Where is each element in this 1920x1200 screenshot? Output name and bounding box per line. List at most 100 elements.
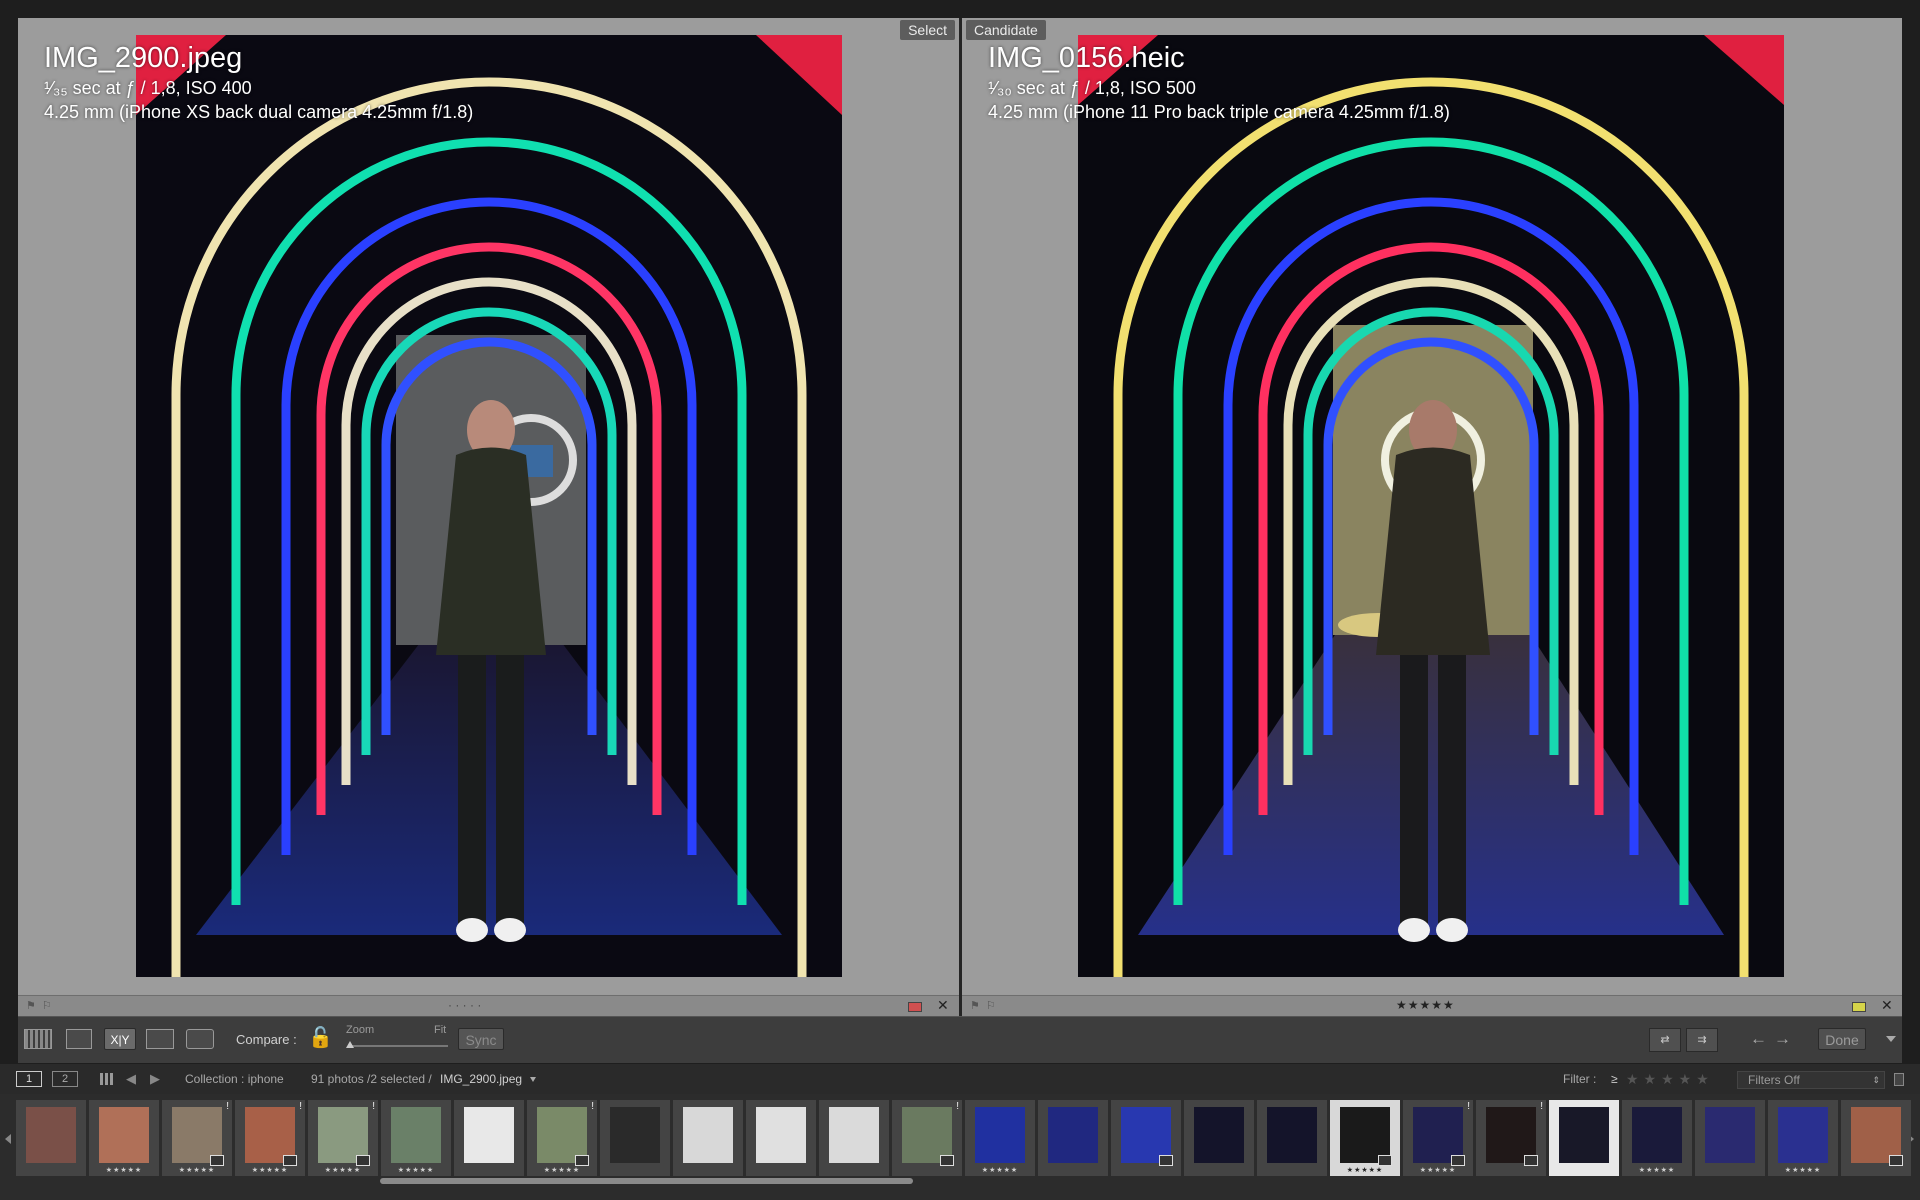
collection-badge-icon	[283, 1155, 297, 1166]
done-button[interactable]: Done	[1818, 1028, 1866, 1050]
color-label-red[interactable]	[908, 1002, 922, 1012]
filters-dropdown-value: Filters Off	[1748, 1073, 1800, 1087]
filmstrip-thumbnail[interactable]: ★★★★★!	[308, 1100, 378, 1176]
select-photo[interactable]	[136, 35, 842, 977]
warning-icon: !	[226, 1101, 229, 1112]
forward-arrow-icon[interactable]: ▶	[150, 1064, 160, 1094]
thumbnail-rating: ★★★★★	[178, 1167, 216, 1174]
collection-name[interactable]: Collection : iphone	[185, 1064, 284, 1094]
close-icon[interactable]: ✕	[937, 997, 949, 1014]
thumbnail-rating: ★★★★★	[1419, 1167, 1457, 1174]
filmstrip-thumbnail[interactable]: ★★★★★	[1330, 1100, 1400, 1176]
filmstrip-thumbnail[interactable]: !	[892, 1100, 962, 1176]
toolbar-menu-chevron-icon[interactable]	[1886, 1036, 1896, 1042]
filmstrip-thumbnail[interactable]: ★★★★★	[89, 1100, 159, 1176]
filmstrip-thumbnail[interactable]: ★★★★★!	[527, 1100, 597, 1176]
filmstrip-scrollbar[interactable]	[380, 1178, 913, 1184]
flag-icon[interactable]: ⚑	[970, 999, 980, 1012]
filmstrip-thumbnail[interactable]: ★★★★★	[1622, 1100, 1692, 1176]
filmstrip-thumbnail[interactable]: ★★★★★!	[1403, 1100, 1473, 1176]
filmstrip-thumbnail[interactable]	[1038, 1100, 1108, 1176]
filmstrip-thumbnail[interactable]	[454, 1100, 524, 1176]
filmstrip-thumbnail[interactable]	[600, 1100, 670, 1176]
reject-flag-icon[interactable]: ⚐	[42, 999, 52, 1012]
filmstrip-thumbnail[interactable]	[746, 1100, 816, 1176]
select-tag: Select	[900, 20, 955, 40]
compare-view-button[interactable]: X|Y	[104, 1028, 136, 1050]
candidate-rating[interactable]: ★★★★★	[1396, 998, 1455, 1012]
candidate-tag: Candidate	[966, 20, 1046, 40]
updown-chevron-icon: ⇕	[1872, 1075, 1880, 1085]
thumbnail-image	[1778, 1107, 1828, 1163]
thumbnail-image	[99, 1107, 149, 1163]
filmstrip[interactable]: ★★★★★ ★★★★★! ★★★★★! ★★★★★! ★★★★★ ★★★★★!! ★★★★★…	[0, 1094, 1920, 1200]
right-lens: 4.25 mm (iPhone 11 Pro back triple camer…	[988, 102, 1450, 122]
filmstrip-thumbnail[interactable]	[1184, 1100, 1254, 1176]
survey-view-icon[interactable]	[146, 1029, 174, 1049]
filmstrip-thumbnail[interactable]	[1257, 1100, 1327, 1176]
arch-tunnel-image	[136, 35, 842, 977]
next-arrow-icon[interactable]: →	[1774, 1029, 1791, 1049]
lock-icon[interactable]: 🔓	[308, 1025, 333, 1050]
sync-button[interactable]: Sync	[458, 1028, 504, 1050]
thumbnail-image	[975, 1107, 1025, 1163]
filmstrip-thumbnail[interactable]	[1841, 1100, 1911, 1176]
thumbnail-image	[1267, 1107, 1317, 1163]
left-exposure: ¹⁄₃₅ sec at ƒ / 1,8, ISO 400	[44, 78, 252, 98]
thumbnail-rating: ★★★★★	[981, 1167, 1019, 1174]
filmstrip-thumbnail[interactable]	[1111, 1100, 1181, 1176]
filmstrip-thumbnail[interactable]: !	[1476, 1100, 1546, 1176]
candidate-pane[interactable]: Candidate IMG_0156.heic ¹⁄₃₀ sec at ƒ / …	[962, 18, 1902, 994]
zoom-slider[interactable]	[348, 1045, 448, 1047]
back-arrow-icon[interactable]: ◀	[126, 1064, 136, 1094]
window-1-button[interactable]: 1	[16, 1071, 42, 1087]
thumbnail-image	[829, 1107, 879, 1163]
left-filename: IMG_2900.jpeg	[44, 42, 243, 74]
window-2-button[interactable]: 2	[52, 1071, 78, 1087]
filter-operator[interactable]: ≥	[1611, 1064, 1618, 1094]
people-view-icon[interactable]	[186, 1029, 214, 1049]
filmstrip-thumbnail[interactable]: ★★★★★	[965, 1100, 1035, 1176]
select-rating[interactable]: · · · · ·	[448, 998, 481, 1012]
thumbnail-image	[756, 1107, 806, 1163]
color-label-yellow[interactable]	[1852, 1002, 1866, 1012]
flag-icon[interactable]: ⚑	[26, 999, 36, 1012]
thumbnail-rating: ★★★★★	[1784, 1167, 1822, 1174]
thumbnail-image	[391, 1107, 441, 1163]
filmstrip-thumbnail[interactable]: ★★★★★	[1768, 1100, 1838, 1176]
candidate-photo[interactable]	[1078, 35, 1784, 977]
filter-rating-stars[interactable]: ★★★★★	[1626, 1064, 1714, 1094]
candidate-info-bar: ⚑ ⚐ ★★★★★ ✕	[962, 995, 1902, 1016]
filmstrip-thumbnail[interactable]	[16, 1100, 86, 1176]
filmstrip-thumbnail[interactable]: ★★★★★!	[235, 1100, 305, 1176]
filmstrip-thumbnail[interactable]	[819, 1100, 889, 1176]
thumbnail-image	[1194, 1107, 1244, 1163]
filmstrip-left-arrow-icon[interactable]	[5, 1134, 11, 1144]
collection-badge-icon	[940, 1155, 954, 1166]
zoom-slider-thumb[interactable]	[346, 1041, 354, 1048]
grid-icon[interactable]	[100, 1073, 113, 1085]
loupe-view-icon[interactable]	[66, 1029, 92, 1049]
previous-arrow-icon[interactable]: ←	[1750, 1029, 1767, 1049]
grid-view-icon[interactable]	[24, 1029, 52, 1049]
filmstrip-thumbnail[interactable]	[673, 1100, 743, 1176]
filter-lock-icon[interactable]	[1894, 1073, 1904, 1086]
current-file[interactable]: IMG_2900.jpeg	[440, 1064, 522, 1094]
filmstrip-thumbnail[interactable]: ★★★★★	[381, 1100, 451, 1176]
swap-icon[interactable]: ⇄	[1649, 1028, 1681, 1052]
warning-icon: !	[299, 1101, 302, 1112]
file-menu-chevron-icon[interactable]	[530, 1077, 536, 1082]
filmstrip-thumbnail[interactable]	[1695, 1100, 1765, 1176]
select-pane[interactable]: Select IMG_2900.jpeg ¹⁄₃₅ sec at ƒ / 1,8…	[18, 18, 959, 994]
filters-dropdown[interactable]: Filters Off ⇕	[1737, 1071, 1885, 1089]
reject-flag-icon[interactable]: ⚐	[986, 999, 996, 1012]
make-select-icon[interactable]: ⇉	[1686, 1028, 1718, 1052]
collection-badge-icon	[1451, 1155, 1465, 1166]
filmstrip-thumbnail[interactable]: ★★★★★!	[162, 1100, 232, 1176]
close-icon[interactable]: ✕	[1881, 997, 1893, 1014]
filmstrip-thumbnail[interactable]	[1549, 1100, 1619, 1176]
thumbnail-image	[610, 1107, 660, 1163]
warning-icon: !	[372, 1101, 375, 1112]
thumbnail-image	[1048, 1107, 1098, 1163]
right-filename: IMG_0156.heic	[988, 42, 1185, 74]
